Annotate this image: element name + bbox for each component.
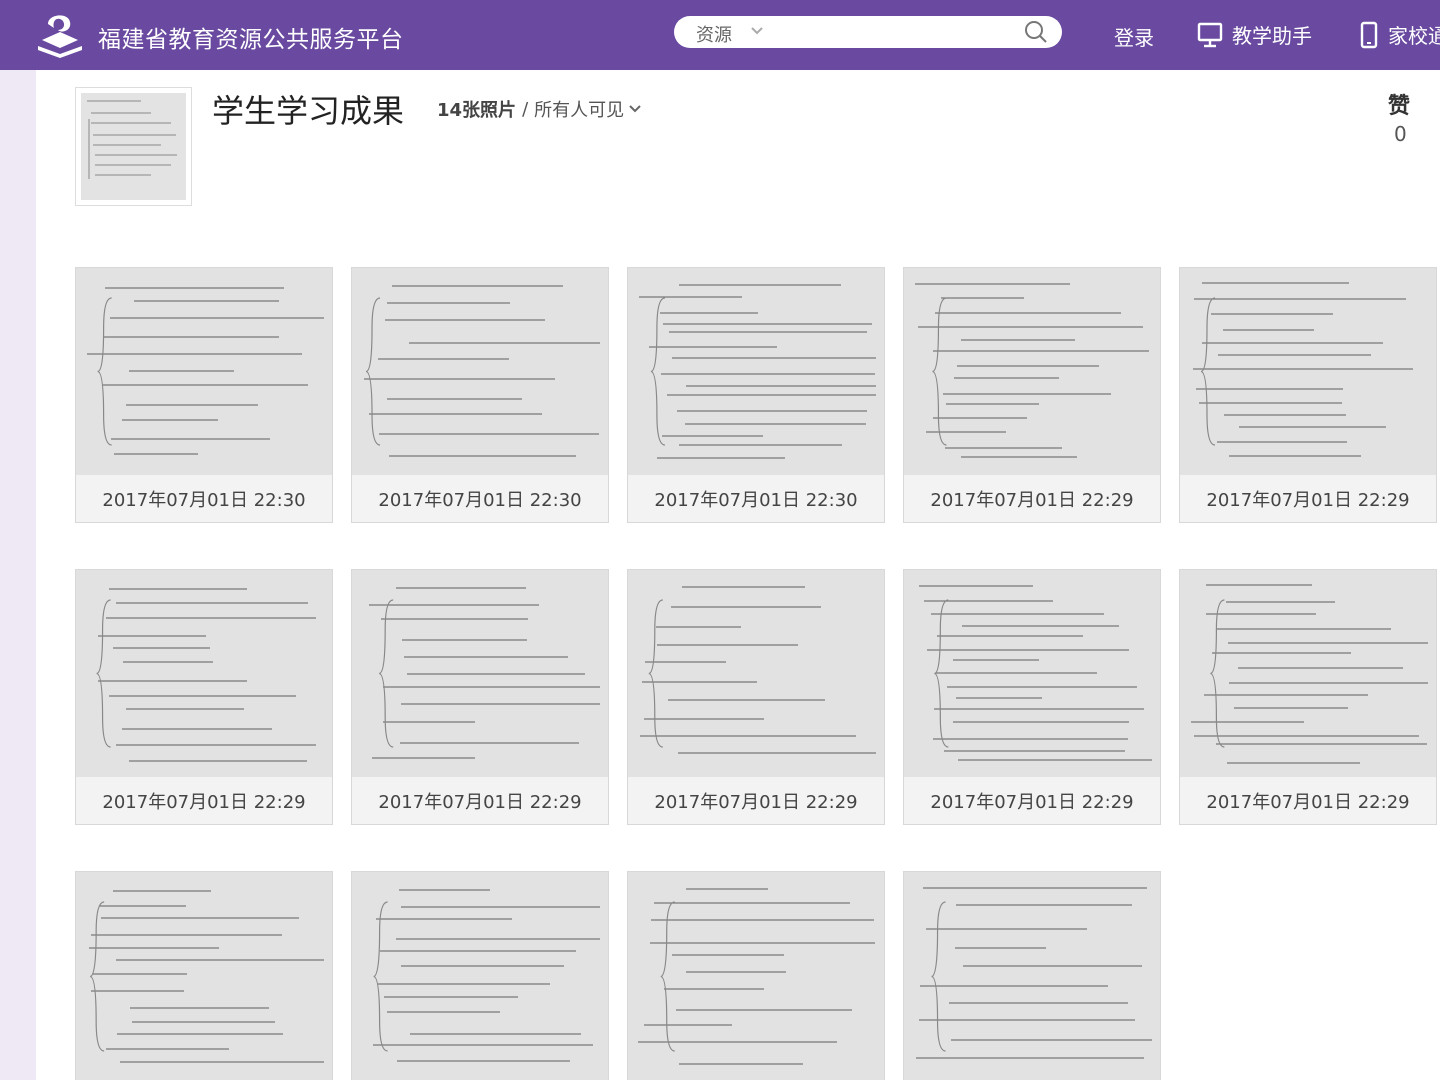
- photo-image[interactable]: [628, 570, 884, 777]
- photo-image[interactable]: [628, 872, 884, 1080]
- photo-timestamp: 2017年07月01日 22:30: [76, 475, 332, 522]
- site-title[interactable]: 福建省教育资源公共服务平台: [98, 20, 404, 54]
- photo-image[interactable]: [1180, 570, 1436, 777]
- album-cover-thumbnail[interactable]: [75, 87, 192, 206]
- photo-card[interactable]: [627, 871, 885, 1080]
- photo-card[interactable]: [903, 871, 1161, 1080]
- photo-card[interactable]: 2017年07月01日 22:29: [903, 569, 1161, 825]
- like-count: 0: [1394, 122, 1407, 146]
- teaching-assistant-label: 教学助手: [1232, 24, 1312, 48]
- photo-card[interactable]: [351, 871, 609, 1080]
- photo-timestamp: 2017年07月01日 22:29: [628, 777, 884, 824]
- photo-image[interactable]: [352, 570, 608, 777]
- photo-card[interactable]: 2017年07月01日 22:29: [351, 569, 609, 825]
- search-box: 资源: [674, 16, 1062, 48]
- login-link[interactable]: 登录: [1114, 22, 1154, 51]
- photo-image[interactable]: [352, 872, 608, 1080]
- photo-timestamp: 2017年07月01日 22:30: [628, 475, 884, 522]
- visibility-selector[interactable]: 所有人可见: [534, 96, 624, 122]
- photo-card[interactable]: 2017年07月01日 22:29: [1179, 569, 1437, 825]
- photo-card[interactable]: 2017年07月01日 22:30: [627, 267, 885, 523]
- search-scope-selector[interactable]: 资源: [696, 21, 732, 47]
- photo-image[interactable]: [76, 570, 332, 777]
- photo-image[interactable]: [1180, 268, 1436, 475]
- photo-image[interactable]: [76, 268, 332, 475]
- photo-card[interactable]: 2017年07月01日 22:30: [351, 267, 609, 523]
- album-meta: 14张照片 / 所有人可见: [437, 96, 642, 122]
- education-logo-icon[interactable]: [34, 10, 86, 58]
- photo-image[interactable]: [904, 570, 1160, 777]
- photo-timestamp: 2017年07月01日 22:29: [904, 777, 1160, 824]
- photo-card[interactable]: [75, 871, 333, 1080]
- photo-image[interactable]: [904, 268, 1160, 475]
- monitor-icon: [1197, 22, 1223, 47]
- photo-image[interactable]: [352, 268, 608, 475]
- chevron-down-icon[interactable]: [628, 104, 642, 114]
- photo-timestamp: 2017年07月01日 22:29: [352, 777, 608, 824]
- photo-timestamp: 2017年07月01日 22:29: [1180, 475, 1436, 522]
- photo-card[interactable]: 2017年07月01日 22:29: [627, 569, 885, 825]
- photo-card[interactable]: 2017年07月01日 22:29: [903, 267, 1161, 523]
- photo-timestamp: 2017年07月01日 22:29: [904, 475, 1160, 522]
- photo-card[interactable]: 2017年07月01日 22:29: [75, 569, 333, 825]
- album-title: 学生学习成果: [212, 92, 405, 130]
- like-button[interactable]: 赞: [1388, 88, 1410, 120]
- photo-timestamp: 2017年07月01日 22:29: [76, 777, 332, 824]
- top-navigation-bar: 福建省教育资源公共服务平台 资源 登录 教学助手 家校通: [0, 0, 1440, 70]
- search-icon[interactable]: [1024, 20, 1048, 44]
- photo-count: 14张照片: [437, 100, 517, 121]
- chevron-down-icon[interactable]: [750, 26, 764, 36]
- photo-image[interactable]: [76, 872, 332, 1080]
- search-input[interactable]: [778, 20, 1008, 44]
- meta-separator: /: [522, 98, 529, 120]
- photo-image[interactable]: [628, 268, 884, 475]
- photo-image[interactable]: [904, 872, 1160, 1080]
- photo-timestamp: 2017年07月01日 22:30: [352, 475, 608, 522]
- photo-card[interactable]: 2017年07月01日 22:30: [75, 267, 333, 523]
- left-sidebar-strip: [0, 70, 36, 1080]
- cover-notes-image: [81, 93, 186, 200]
- phone-icon: [1360, 21, 1378, 48]
- home-school-label: 家校通: [1388, 24, 1440, 48]
- photo-timestamp: 2017年07月01日 22:29: [1180, 777, 1436, 824]
- teaching-assistant-link[interactable]: 教学助手: [1196, 20, 1312, 49]
- photo-card[interactable]: 2017年07月01日 22:29: [1179, 267, 1437, 523]
- home-school-link[interactable]: 家校通: [1358, 20, 1440, 49]
